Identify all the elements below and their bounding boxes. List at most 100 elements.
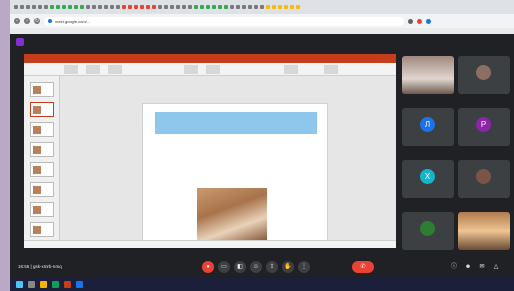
forward-icon[interactable]: › [24, 18, 30, 24]
browser-tab-icon[interactable] [170, 5, 174, 9]
present-icon[interactable]: ⇪ [266, 261, 278, 273]
slide-thumbnail[interactable] [30, 82, 54, 97]
browser-tab-icon[interactable] [200, 5, 204, 9]
slide-thumbnail[interactable] [30, 182, 54, 197]
camera-icon[interactable]: ▭ [218, 261, 230, 273]
ribbon-button[interactable] [184, 65, 198, 74]
browser-tab-icon[interactable] [80, 5, 84, 9]
browser-tab-icon[interactable] [134, 5, 138, 9]
participant-tile[interactable]: Р [458, 108, 510, 146]
browser-tab-icon[interactable] [236, 5, 240, 9]
participant-tile[interactable] [458, 212, 510, 250]
emoji-icon[interactable]: ☺ [250, 261, 262, 273]
browser-tab-icon[interactable] [110, 5, 114, 9]
browser-tab-icon[interactable] [98, 5, 102, 9]
browser-tab-icon[interactable] [68, 5, 72, 9]
participant-avatar [476, 169, 491, 184]
raise-hand-icon[interactable]: ✋ [282, 261, 294, 273]
captions-icon[interactable]: ◧ [234, 261, 246, 273]
participant-tile[interactable] [458, 56, 510, 94]
browser-tab-icon[interactable] [296, 5, 300, 9]
explorer-icon[interactable] [40, 281, 47, 288]
browser-tab-icon[interactable] [20, 5, 24, 9]
ribbon-button[interactable] [284, 65, 298, 74]
powerpoint-icon[interactable] [64, 281, 71, 288]
profile-icon[interactable] [426, 18, 431, 24]
ribbon-button[interactable] [324, 65, 338, 74]
browser-tab-icon[interactable] [230, 5, 234, 9]
browser-tab-icon[interactable] [14, 5, 18, 9]
browser-tab-icon[interactable] [86, 5, 90, 9]
participant-tile[interactable] [458, 160, 510, 198]
browser-tab-icon[interactable] [194, 5, 198, 9]
back-icon[interactable]: ‹ [14, 18, 20, 24]
ribbon-button[interactable] [206, 65, 220, 74]
more-icon[interactable]: ⋮ [298, 261, 310, 273]
extension-icon[interactable] [417, 18, 422, 24]
browser-tab-icon[interactable] [176, 5, 180, 9]
start-icon[interactable] [16, 281, 23, 288]
word-icon[interactable] [76, 281, 83, 288]
slide-thumbnail[interactable] [30, 162, 54, 177]
participant-tile[interactable] [402, 56, 454, 94]
browser-tab-icon[interactable] [278, 5, 282, 9]
browser-tab-icon[interactable] [290, 5, 294, 9]
reload-icon[interactable]: ↻ [34, 18, 40, 24]
browser-tab-icon[interactable] [122, 5, 126, 9]
slide-thumbnail[interactable] [30, 102, 54, 117]
browser-tab-icon[interactable] [92, 5, 96, 9]
browser-tab-icon[interactable] [254, 5, 258, 9]
browser-tab-icon[interactable] [74, 5, 78, 9]
browser-tab-icon[interactable] [32, 5, 36, 9]
browser-tab-icon[interactable] [266, 5, 270, 9]
participant-tile[interactable] [402, 212, 454, 250]
browser-tab-icon[interactable] [128, 5, 132, 9]
browser-tab-icon[interactable] [188, 5, 192, 9]
browser-tab-icon[interactable] [62, 5, 66, 9]
activities-icon[interactable]: △ [492, 263, 500, 271]
ribbon-button[interactable] [64, 65, 78, 74]
info-icon[interactable]: ⓘ [450, 263, 458, 271]
search-icon[interactable] [28, 281, 35, 288]
participant-tile[interactable]: Х [402, 160, 454, 198]
browser-tab-icon[interactable] [272, 5, 276, 9]
end-call-button[interactable]: ✆ [352, 261, 374, 273]
browser-tab-icon[interactable] [158, 5, 162, 9]
participant-video [458, 212, 510, 250]
ribbon-button[interactable] [86, 65, 100, 74]
chrome-icon[interactable] [52, 281, 59, 288]
chat-icon[interactable]: ✉ [478, 263, 486, 271]
browser-tab-icon[interactable] [146, 5, 150, 9]
browser-tab-icon[interactable] [182, 5, 186, 9]
browser-tab-icon[interactable] [104, 5, 108, 9]
slide-thumbnail[interactable] [30, 142, 54, 157]
browser-tab-icon[interactable] [26, 5, 30, 9]
browser-tab-icon[interactable] [206, 5, 210, 9]
browser-tab-icon[interactable] [50, 5, 54, 9]
slide-thumbnail[interactable] [30, 222, 54, 237]
browser-tab-icon[interactable] [116, 5, 120, 9]
participant-tile[interactable]: Л [402, 108, 454, 146]
browser-tab-icon[interactable] [212, 5, 216, 9]
browser-tab-icon[interactable] [44, 5, 48, 9]
browser-tab-icon[interactable] [152, 5, 156, 9]
browser-tab-icon[interactable] [140, 5, 144, 9]
extension-icon[interactable] [408, 18, 413, 24]
url-input[interactable]: meet.google.com/... [44, 16, 404, 26]
slide-thumbnail[interactable] [30, 122, 54, 137]
browser-tab-icon[interactable] [284, 5, 288, 9]
ribbon-button[interactable] [108, 65, 122, 74]
browser-tab-icon[interactable] [260, 5, 264, 9]
meet-top-bar [10, 34, 514, 50]
people-icon[interactable]: ☻ [464, 263, 472, 271]
mic-icon[interactable]: ● [202, 261, 214, 273]
participant-avatar: Х [420, 169, 435, 184]
browser-tab-icon[interactable] [164, 5, 168, 9]
browser-tab-icon[interactable] [56, 5, 60, 9]
slide-thumbnail[interactable] [30, 202, 54, 217]
browser-tab-icon[interactable] [38, 5, 42, 9]
browser-tab-icon[interactable] [242, 5, 246, 9]
browser-tab-icon[interactable] [224, 5, 228, 9]
browser-tab-icon[interactable] [218, 5, 222, 9]
browser-tab-icon[interactable] [248, 5, 252, 9]
